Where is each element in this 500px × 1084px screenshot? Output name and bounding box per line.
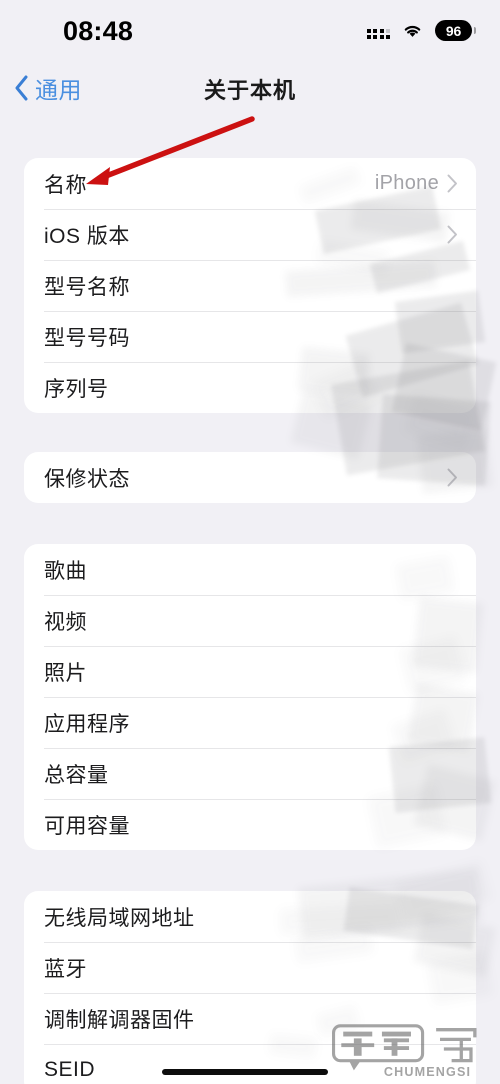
battery-percent-label: 96 [445,22,462,39]
settings-row: 应用程序 [24,697,476,748]
settings-row-label: 序列号 [44,377,109,401]
settings-row-label: 应用程序 [44,712,130,736]
home-indicator[interactable] [162,1069,328,1075]
settings-row-accessory [447,468,458,487]
settings-row-label: 名称 [44,173,87,197]
wifi-icon [404,25,421,37]
settings-row-label: 可用容量 [44,814,130,838]
settings-row-value: iPhone [374,172,439,194]
settings-row-label: 总容量 [44,763,109,787]
settings-row-label: 保修状态 [44,467,130,491]
page-title: 关于本机 [203,78,296,103]
settings-row-label: 无线局域网地址 [44,906,195,930]
settings-row-label: 照片 [44,661,87,685]
status-bar-indicators: 96 [366,20,476,41]
chevron-right-icon [447,174,457,193]
settings-row: 序列号 [24,362,476,413]
settings-row-accessory: iPhone [375,172,458,195]
settings-row: 歌曲 [24,544,476,595]
settings-group-device-identity: 名称 iPhone iOS 版本 型号名称型号号码序列号 [24,158,476,413]
settings-row-label: 歌曲 [44,559,87,583]
chevron-right-icon [447,468,457,487]
settings-row: 视频 [24,595,476,646]
settings-row[interactable]: iOS 版本 [24,209,476,260]
settings-row-label: iOS 版本 [44,224,130,248]
chumengsi-watermark: CHUMENGSI [332,1024,477,1079]
navigation-bar: 通用 关于本机 [0,62,500,114]
iphone-settings-about-screen: 08:48 96 通用 关于本机 名称 iPhone iOS 版本 型号名称 型… [0,0,500,1084]
settings-group-storage-content: 歌曲视频照片应用程序总容量可用容量 [24,544,476,850]
settings-row-label: 蓝牙 [44,957,87,981]
settings-row: 型号号码 [24,311,476,362]
watermark-text: CHUMENGSI [384,1065,471,1079]
settings-row: 型号名称 [24,260,476,311]
settings-row: 蓝牙 [24,942,476,993]
battery-terminal [473,27,476,34]
settings-row: 总容量 [24,748,476,799]
settings-row-label: 视频 [44,610,87,634]
settings-row-label: 调制解调器固件 [44,1008,195,1032]
settings-row-label: 型号号码 [44,326,130,350]
settings-row[interactable]: 名称 iPhone [24,158,476,209]
battery-icon: 96 [435,20,476,41]
settings-row: 可用容量 [24,799,476,850]
chevron-right-icon [447,225,457,244]
status-bar: 08:48 96 [0,0,500,62]
settings-row[interactable]: 保修状态 [24,452,476,503]
settings-row-label: SEID [44,1057,96,1081]
settings-row-label: 型号名称 [44,275,130,299]
settings-row-accessory [447,225,458,244]
cellular-dots-icon [366,22,390,39]
settings-group-warranty: 保修状态 [24,452,476,503]
settings-row: 照片 [24,646,476,697]
status-bar-clock: 08:48 [63,16,134,46]
settings-row: 无线局域网地址 [24,891,476,942]
